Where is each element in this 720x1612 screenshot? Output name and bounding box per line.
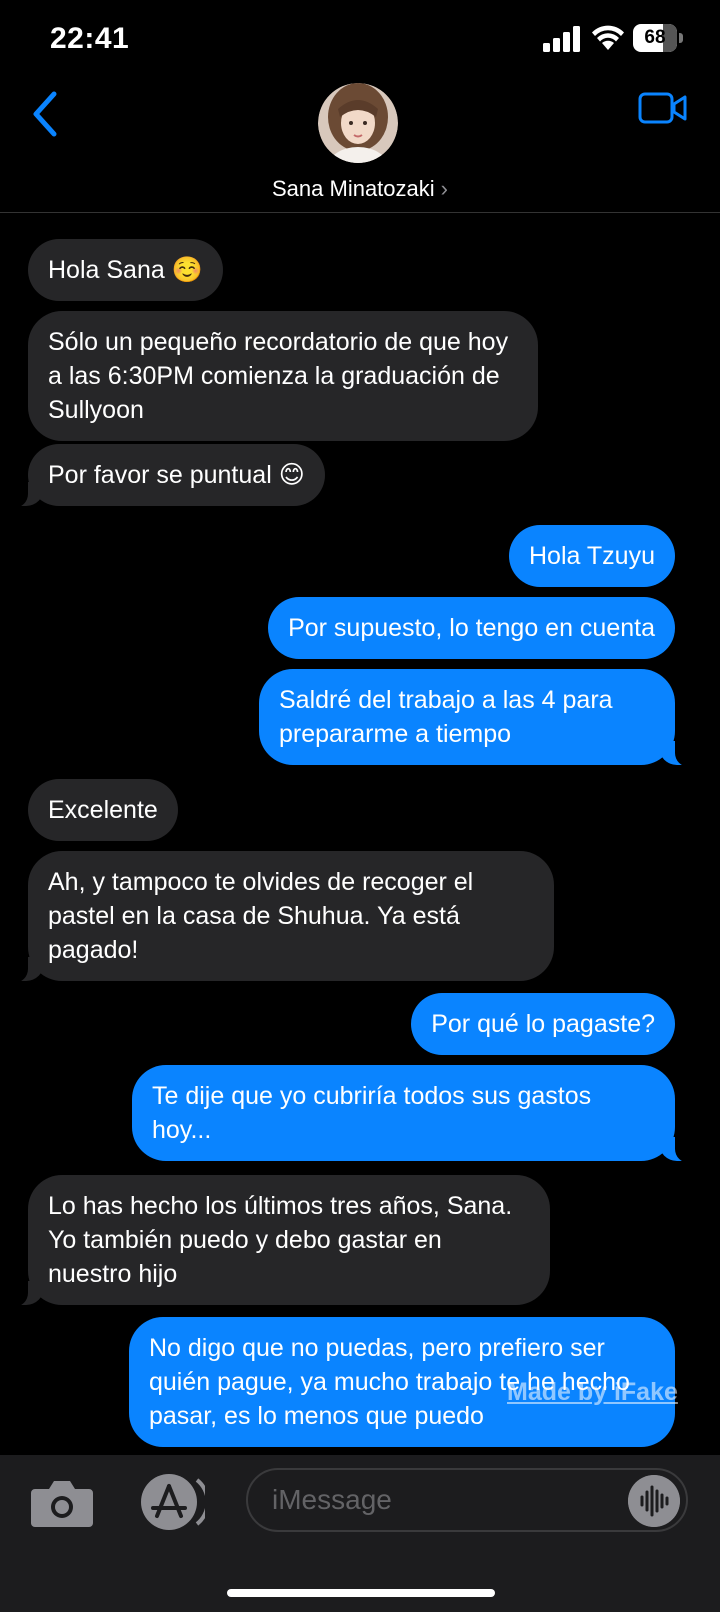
- conversation-header: Sana Minatozaki ›: [0, 80, 720, 213]
- wifi-icon: [592, 25, 624, 50]
- message-received[interactable]: Por favor se puntual 😊: [6, 444, 325, 508]
- cellular-signal-icon: [543, 26, 580, 52]
- message-received[interactable]: Hola Sana ☺️: [28, 239, 223, 301]
- camera-icon[interactable]: [31, 1477, 93, 1527]
- watermark: Made by iFake: [507, 1378, 678, 1406]
- back-chevron-icon[interactable]: [30, 90, 60, 138]
- message-received[interactable]: Ah, y tampoco te olvides de recoger el p…: [6, 851, 554, 983]
- message-sent[interactable]: Por qué lo pagaste?: [411, 993, 675, 1055]
- waveform-icon[interactable]: [628, 1475, 680, 1527]
- message-sent[interactable]: Te dije que yo cubriría todos sus gastos…: [132, 1065, 697, 1163]
- contact-avatar[interactable]: [318, 83, 398, 163]
- message-input[interactable]: iMessage: [246, 1468, 688, 1532]
- message-sent[interactable]: Por supuesto, lo tengo en cuenta: [268, 597, 675, 659]
- contact-name[interactable]: Sana Minatozaki ›: [0, 176, 720, 202]
- message-received[interactable]: Lo has hecho los últimos tres años, Sana…: [6, 1175, 550, 1307]
- status-bar: 22:41 68: [0, 0, 720, 80]
- message-received[interactable]: Excelente: [28, 779, 178, 841]
- message-thread[interactable]: Hola Sana ☺️ Sólo un pequeño recordatori…: [0, 213, 720, 1455]
- app-store-icon[interactable]: [135, 1472, 205, 1532]
- chevron-right-icon: ›: [440, 176, 448, 201]
- message-placeholder: iMessage: [272, 1484, 392, 1515]
- message-sent[interactable]: Saldré del trabajo a las 4 para preparar…: [259, 669, 697, 767]
- battery-percent: 68: [644, 27, 666, 48]
- video-call-icon[interactable]: [638, 90, 688, 126]
- message-sent[interactable]: Hola Tzuyu: [509, 525, 675, 587]
- battery-indicator: 68: [633, 24, 683, 54]
- status-time: 22:41: [50, 22, 130, 55]
- message-received[interactable]: Sólo un pequeño recordatorio de que hoy …: [28, 311, 538, 441]
- home-indicator[interactable]: [227, 1589, 495, 1597]
